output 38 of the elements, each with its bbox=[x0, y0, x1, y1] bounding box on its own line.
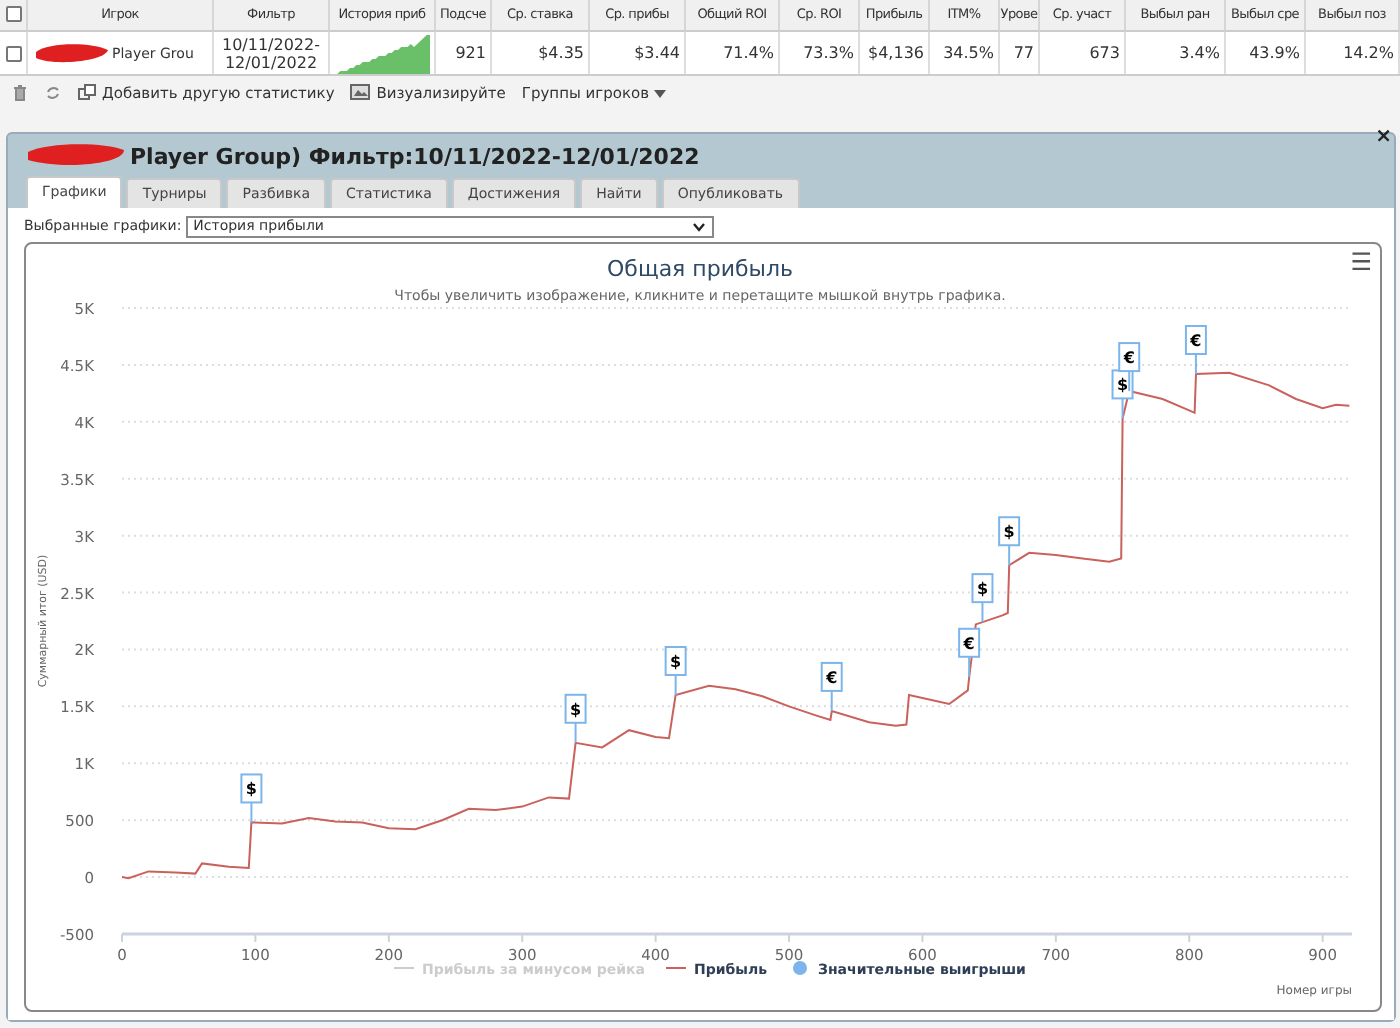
table-cell: $3.44 bbox=[590, 32, 686, 74]
close-button[interactable]: × bbox=[1375, 126, 1392, 148]
chart-title: Общая прибыль bbox=[607, 256, 793, 282]
trash-icon[interactable] bbox=[12, 83, 28, 101]
panel-title: Player Group) Фильтр:10/11/2022-12/01/2022 bbox=[130, 143, 700, 169]
table-cell: 673 bbox=[1040, 32, 1126, 74]
sparkline-chart bbox=[334, 33, 430, 73]
table-cell: $4,136 bbox=[860, 32, 930, 74]
redaction-mark bbox=[24, 142, 128, 170]
table-cell: 73.3% bbox=[780, 32, 860, 74]
table-cell: 10/11/2022-12/01/2022 bbox=[214, 32, 330, 74]
annotation: $ bbox=[976, 580, 989, 599]
table-cell: 71.4% bbox=[686, 32, 780, 74]
annotation: $ bbox=[570, 700, 582, 719]
annotation: € bbox=[824, 668, 839, 687]
windows-icon bbox=[78, 84, 96, 100]
table-cell: 34.5% bbox=[930, 32, 1000, 74]
chevron-icon bbox=[691, 221, 706, 231]
checkbox[interactable] bbox=[5, 6, 21, 22]
annotation: $ bbox=[245, 780, 258, 799]
redaction-mark bbox=[32, 41, 112, 65]
refresh-icon[interactable] bbox=[44, 83, 62, 101]
annotation: $ bbox=[1116, 376, 1129, 395]
table-cell: 77 bbox=[1000, 32, 1040, 74]
annotation: $ bbox=[1003, 523, 1016, 542]
table-cell: 3.4% bbox=[1126, 32, 1226, 74]
annotation: $ bbox=[670, 652, 683, 671]
menu-icon[interactable]: ☰ bbox=[1350, 248, 1372, 276]
table-cell: 921 bbox=[436, 32, 492, 74]
annotation: € bbox=[961, 634, 976, 653]
checkbox[interactable] bbox=[5, 45, 21, 61]
table-cell: $4.35 bbox=[492, 32, 590, 74]
table-cell: 43.9% bbox=[1226, 32, 1306, 74]
image-icon bbox=[350, 84, 371, 100]
annotation: € bbox=[1188, 332, 1203, 351]
caret-icon bbox=[653, 89, 666, 97]
table-cell: 14.2% bbox=[1306, 32, 1400, 74]
annotation: € bbox=[1121, 349, 1136, 368]
